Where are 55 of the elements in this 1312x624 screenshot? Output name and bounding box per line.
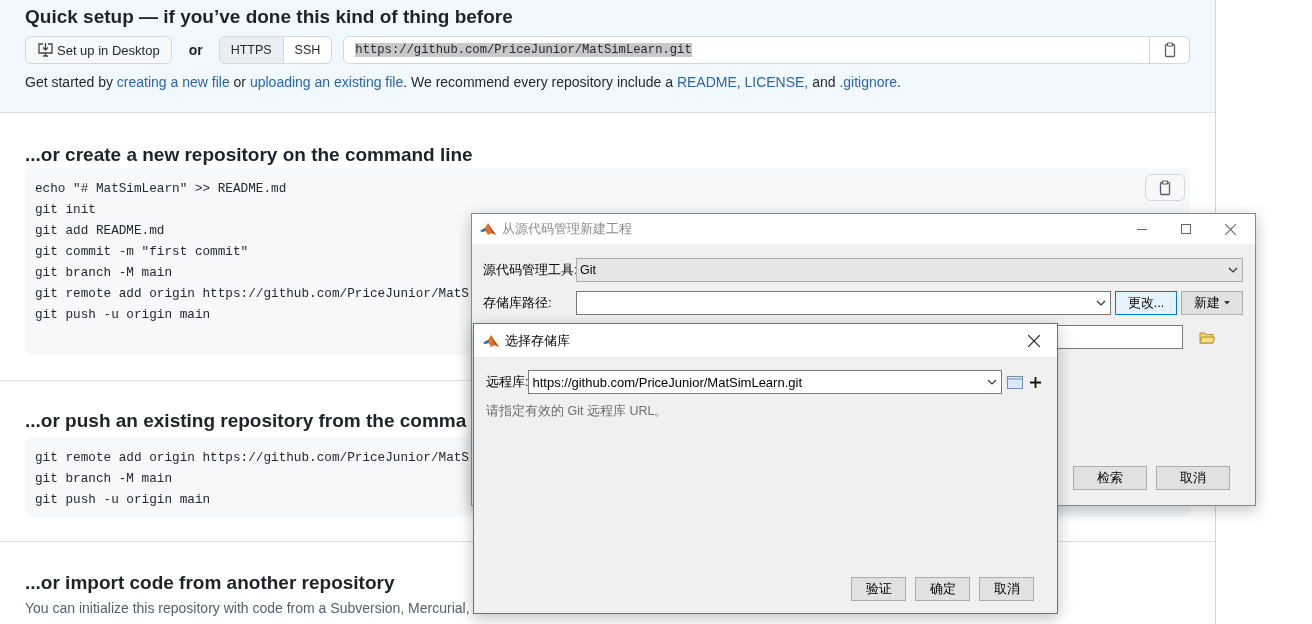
field-label: 远程库: [486,373,529,391]
code-line: git remote add origin https://github.com/PriceJunior/MatS [35,449,469,467]
setup-instructions: Get started by creating a new file or uploading an existing file. We recommend every repository include a README, LICENSE, and .gitignore. [25,73,902,92]
dropdown[interactable]: Git [576,258,1243,282]
caret-icon [1224,301,1230,305]
code-line: git push -u origin main [35,491,211,509]
close-icon [1224,223,1236,235]
section-text: You can initialize this repository with code from a Subversion, Mercurial, [25,599,471,618]
setup-desktop-button[interactable]: Set up in Desktop [25,36,172,64]
window-title: 从源代码管理新建工程 [502,220,632,238]
link[interactable]: uploading an existing file [249,74,404,90]
section-title: ...or create a new repository on the command line [25,143,473,167]
protocol-tab[interactable]: HTTPS [218,36,284,64]
copy-button[interactable] [1149,37,1189,63]
chevron-down-icon [987,379,998,385]
link[interactable]: README, [676,74,741,90]
dialog-button[interactable]: 验证 [851,577,906,601]
menu-button[interactable]: 新建 [1181,291,1243,315]
clone-url-field[interactable]: https://github.com/PriceJunior/MatSimLearn.git [343,36,1190,64]
desktop-download-icon [37,42,54,58]
copy-button[interactable] [1145,174,1185,201]
section-title: Quick setup — if you’ve done this kind of thing before [25,5,513,29]
protocol-tab[interactable]: SSH [283,36,333,64]
clipboard-icon [1157,179,1173,196]
plus-icon [1030,376,1042,388]
code-line: echo "# MatSimLearn" >> README.md [35,180,287,198]
chevron-down-icon [1228,267,1238,273]
field-label: 存储库路径: [483,294,553,312]
change-button[interactable]: 更改... [1115,291,1177,315]
combo-field[interactable] [576,291,1111,315]
link[interactable]: LICENSE, [744,74,809,90]
link[interactable]: creating a new file [116,74,230,90]
matlab-logo-icon [480,222,496,236]
remote-url-field[interactable]: https://github.com/PriceJunior/MatSimLearn.git [528,370,1003,394]
dialog-button[interactable]: 取消 [1156,466,1230,490]
code-line: git add README.md [35,222,165,240]
dialog-button[interactable]: 检索 [1073,466,1147,490]
matlab-logo-icon [483,333,499,348]
close-icon [1028,334,1040,347]
chevron-down-icon [1096,300,1106,306]
section-title: ...or push an existing repository from the comma [25,409,467,433]
code-line: git init [35,201,96,219]
link[interactable]: .gitignore [839,74,897,90]
code-line: git branch -M main [35,470,173,488]
dialog-button[interactable]: 确定 [915,577,970,601]
section-title: ...or import code from another repository [25,571,395,595]
window-title: 选择存储库 [505,331,570,350]
maximize-icon [1181,224,1191,234]
code-line: git commit -m "first commit" [35,243,249,261]
dialog-button[interactable]: 取消 [979,577,1034,601]
or-label: or [188,42,203,58]
code-line: git push -u origin main [35,306,211,324]
hint-text: 请指定有效的 Git 远程库 URL。 [486,403,669,420]
code-line: git remote add origin https://github.com/PriceJunior/MatS [35,285,469,303]
code-line: git branch -M main [35,264,173,282]
